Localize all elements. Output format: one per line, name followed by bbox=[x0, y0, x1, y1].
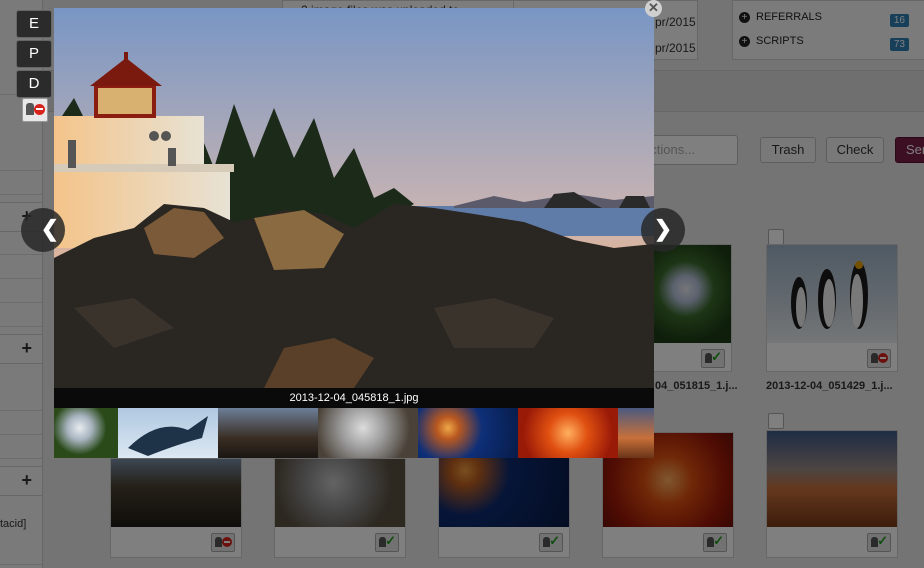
strip-thumb[interactable] bbox=[318, 408, 418, 458]
user-blocked-icon[interactable] bbox=[22, 98, 48, 122]
whale-image bbox=[128, 416, 208, 456]
delete-button[interactable]: D bbox=[16, 70, 52, 98]
chevron-left-icon[interactable]: ❮ bbox=[21, 208, 65, 252]
lightbox-image[interactable] bbox=[54, 8, 654, 388]
strip-thumb[interactable] bbox=[118, 408, 218, 458]
publish-button[interactable]: P bbox=[16, 40, 52, 68]
thumbnail-strip bbox=[54, 408, 654, 458]
strip-thumb[interactable] bbox=[618, 408, 654, 458]
lighthouse-photo bbox=[54, 8, 654, 388]
image-lightbox: 2013-12-04_045818_1.jpg bbox=[54, 8, 654, 458]
edit-button[interactable]: E bbox=[16, 10, 52, 38]
strip-thumb[interactable] bbox=[54, 408, 118, 458]
strip-thumb[interactable] bbox=[418, 408, 518, 458]
chevron-right-icon[interactable]: ❯ bbox=[641, 208, 685, 252]
strip-thumb-active[interactable] bbox=[218, 408, 318, 458]
strip-thumb[interactable] bbox=[518, 408, 618, 458]
close-icon[interactable]: ✕ bbox=[645, 0, 662, 17]
lightbox-filename: 2013-12-04_045818_1.jpg bbox=[54, 388, 654, 408]
